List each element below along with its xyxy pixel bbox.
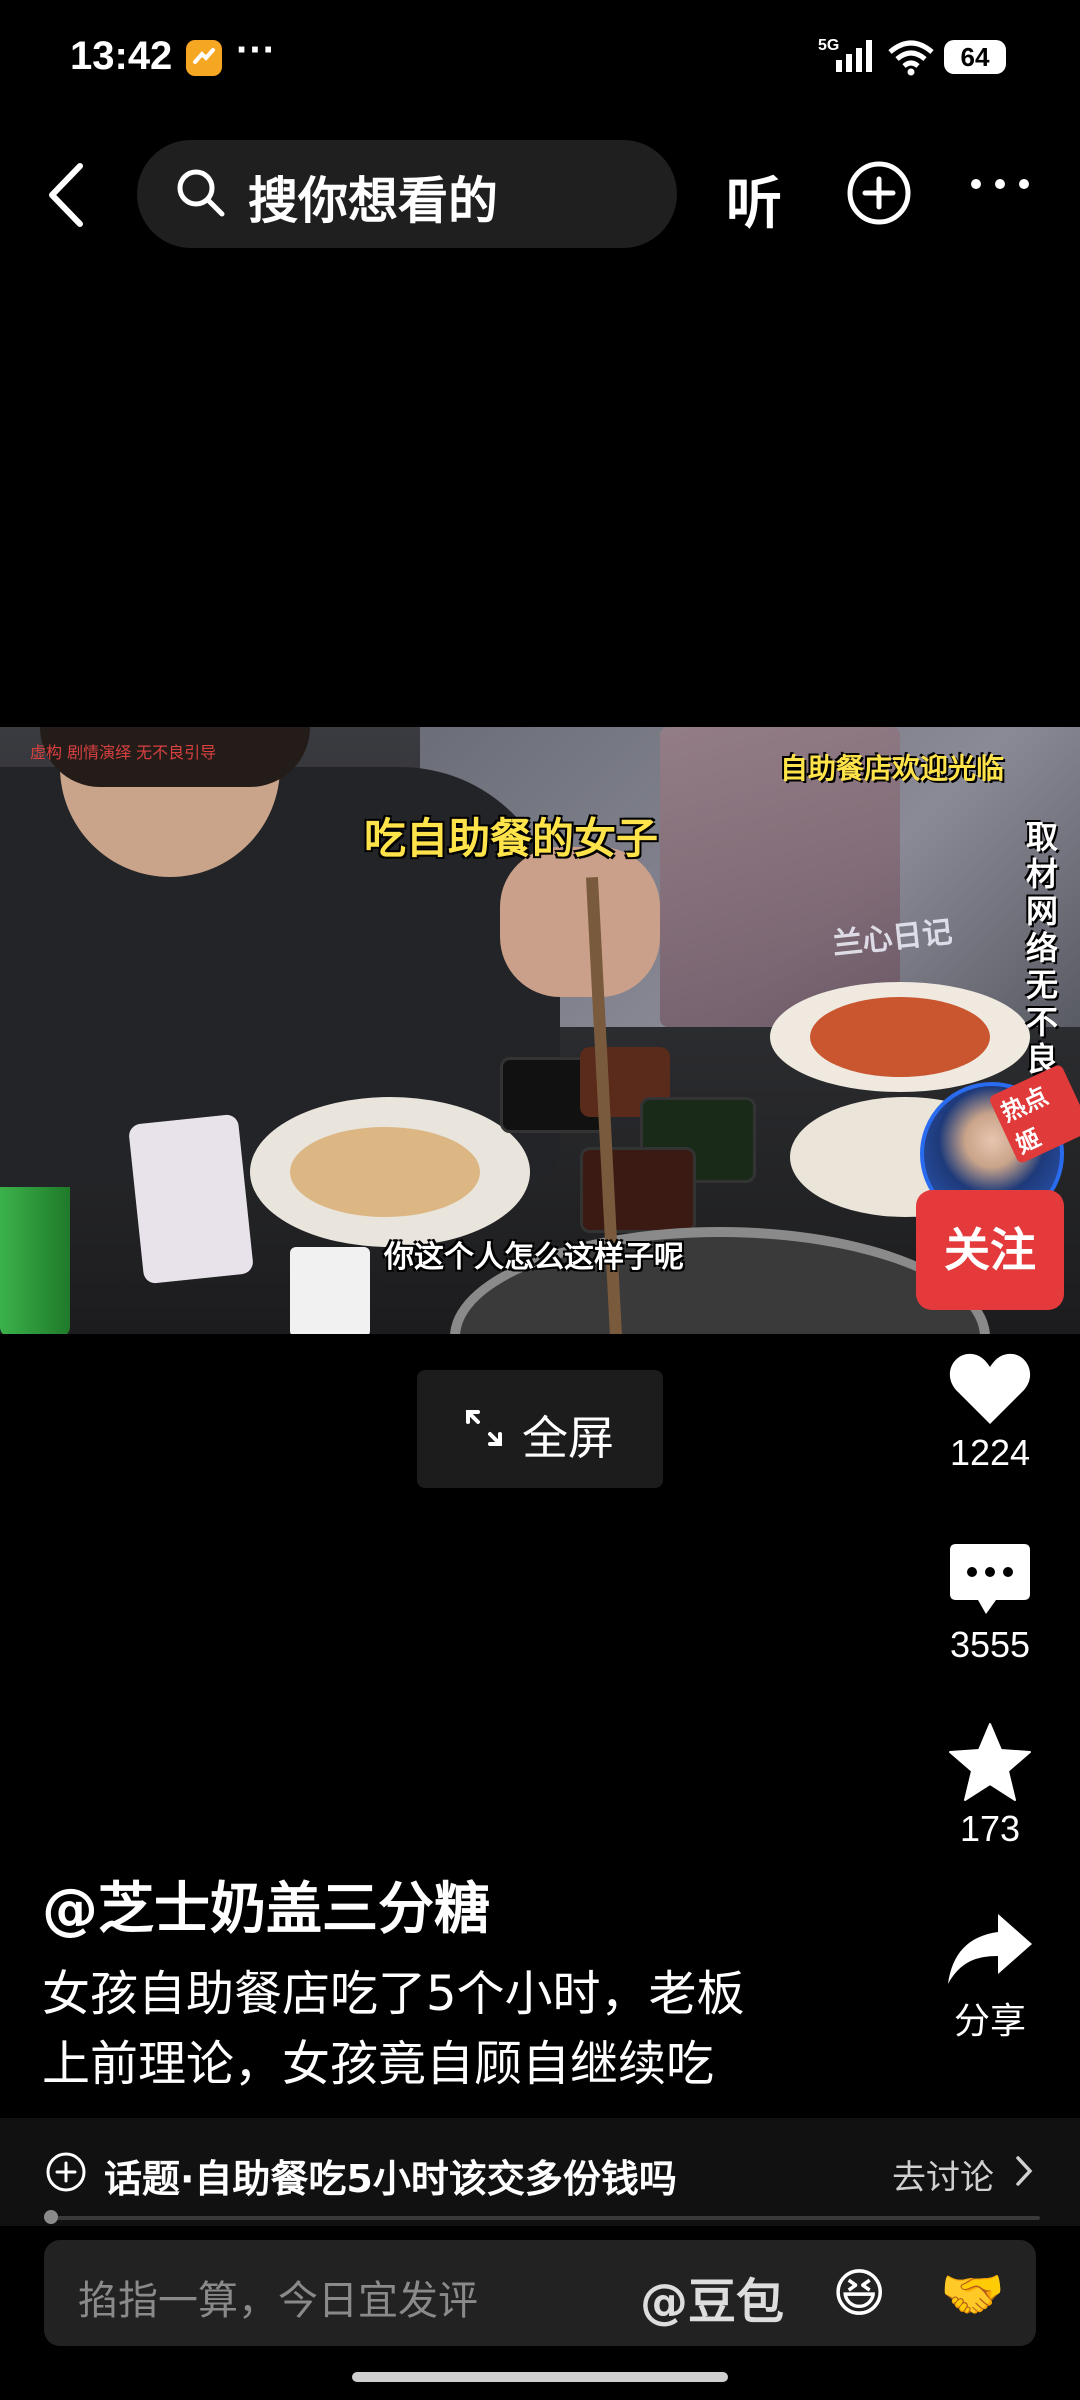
app-notification-icon bbox=[186, 40, 222, 76]
video-scene-hand bbox=[500, 847, 660, 997]
follow-button[interactable]: 关注 bbox=[916, 1190, 1064, 1310]
status-more-dots: ··· bbox=[236, 28, 276, 72]
plus-circle-icon bbox=[44, 2150, 88, 2198]
share-arrow-icon bbox=[948, 1914, 1032, 1984]
battery-indicator: 64 bbox=[944, 40, 1006, 74]
video-scene-food bbox=[290, 1127, 480, 1217]
signal-icon: 5G bbox=[818, 36, 878, 80]
like-button[interactable]: 1224 bbox=[920, 1350, 1060, 1474]
topic-text: 话题·自助餐吃5小时该交多份钱吗 bbox=[104, 2157, 677, 2201]
wifi-icon bbox=[886, 38, 936, 80]
heart-icon bbox=[949, 1353, 1031, 1424]
like-count: 1224 bbox=[949, 1432, 1031, 1473]
search-placeholder: 搜你想看的 bbox=[248, 172, 498, 230]
video-scene-dish bbox=[580, 1147, 696, 1233]
share-label: 分享 bbox=[953, 2000, 1026, 2041]
favorite-button[interactable]: 173 bbox=[920, 1722, 1060, 1850]
post-description-line-1: 女孩自助餐店吃了5个小时，老板 bbox=[42, 1966, 745, 2022]
post-description-line-2: 上前理论，女孩竟自顾自继续吃 bbox=[42, 2036, 715, 2092]
emoji-handshake-button[interactable]: 🤝 bbox=[940, 2264, 1005, 2325]
search-icon bbox=[174, 166, 228, 224]
listen-button[interactable]: 听 bbox=[726, 159, 782, 240]
go-discuss-link[interactable]: 去讨论 bbox=[892, 2150, 994, 2199]
video-scene-food bbox=[810, 997, 990, 1077]
more-dots-icon bbox=[971, 179, 1029, 189]
chevron-left-icon bbox=[49, 163, 83, 227]
comment-button[interactable]: 3555 bbox=[920, 1540, 1060, 1666]
comment-bubble-icon bbox=[950, 1544, 1030, 1614]
chevron-right-icon bbox=[1014, 2154, 1034, 2192]
expand-icon bbox=[464, 1408, 504, 1452]
favorite-count: 173 bbox=[959, 1808, 1021, 1849]
comment-count: 3555 bbox=[949, 1624, 1031, 1665]
add-button[interactable] bbox=[846, 160, 912, 230]
video-progress-handle[interactable] bbox=[44, 2210, 58, 2224]
video-subtitle: 你这个人怎么这样子呢 bbox=[384, 1240, 684, 1275]
video-welcome-caption: 自助餐店欢迎光临 bbox=[780, 752, 1005, 785]
video-scene-phone bbox=[127, 1113, 255, 1285]
status-time: 13:42 bbox=[70, 34, 173, 78]
more-options-button[interactable] bbox=[968, 176, 1032, 196]
fullscreen-label: 全屏 bbox=[522, 1411, 614, 1465]
video-title-caption: 吃自助餐的女子 bbox=[364, 814, 659, 863]
video-progress-bar[interactable] bbox=[44, 2216, 1040, 2220]
author-name[interactable]: @芝士奶盖三分糖 bbox=[42, 1864, 490, 1945]
share-button[interactable]: 分享 bbox=[920, 1910, 1060, 2044]
network-type: 5G bbox=[818, 37, 839, 54]
back-button[interactable] bbox=[40, 160, 100, 230]
mention-doubao-button[interactable]: @豆包 bbox=[640, 2262, 784, 2332]
emoji-laugh-button[interactable]: 😆 bbox=[832, 2264, 886, 2324]
plus-circle-icon bbox=[847, 161, 911, 225]
video-scene-cup bbox=[290, 1247, 370, 1334]
comment-placeholder: 掐指一算，今日宜发评 bbox=[78, 2278, 478, 2324]
video-watermark: 虚构 剧情演绎 无不良引导 bbox=[30, 743, 217, 762]
star-icon bbox=[949, 1723, 1031, 1801]
home-indicator[interactable] bbox=[352, 2372, 728, 2382]
